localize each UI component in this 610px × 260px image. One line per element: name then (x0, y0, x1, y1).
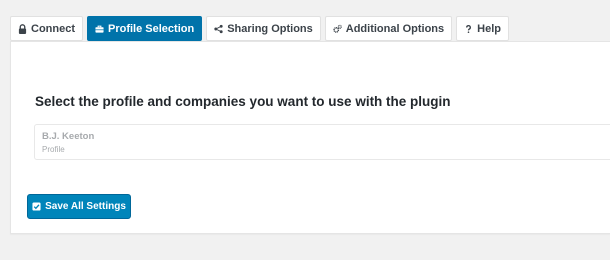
save-all-settings-button[interactable]: Save All Settings (27, 194, 131, 219)
tab-help[interactable]: Help (456, 16, 509, 41)
briefcase-icon (95, 24, 104, 34)
settings-tabs: Connect Profile Selection Sharing Option… (10, 16, 509, 41)
lock-icon (18, 23, 27, 34)
tab-sharing-options[interactable]: Sharing Options (206, 16, 321, 41)
gears-icon (333, 24, 342, 34)
tab-additional-options-label: Additional Options (345, 22, 445, 35)
tab-additional-options[interactable]: Additional Options (324, 16, 453, 41)
profile-name: B.J. Keeton (42, 131, 95, 142)
share-icon (214, 24, 223, 34)
question-icon (464, 24, 473, 34)
tab-sharing-options-label: Sharing Options (227, 22, 313, 35)
panel-heading: Select the profile and companies you wan… (35, 94, 451, 109)
profile-type: Profile (42, 145, 65, 154)
save-all-settings-label: Save All Settings (45, 201, 126, 212)
tab-connect-label: Connect (31, 22, 75, 35)
tab-connect[interactable]: Connect (10, 16, 83, 41)
tab-help-label: Help (477, 22, 501, 35)
tab-profile-selection-label: Profile Selection (108, 22, 195, 35)
settings-panel: Select the profile and companies you wan… (10, 41, 610, 234)
checkbox-icon (32, 202, 41, 211)
tab-profile-selection[interactable]: Profile Selection (87, 16, 203, 41)
profile-option[interactable]: B.J. Keeton Profile (34, 124, 610, 160)
